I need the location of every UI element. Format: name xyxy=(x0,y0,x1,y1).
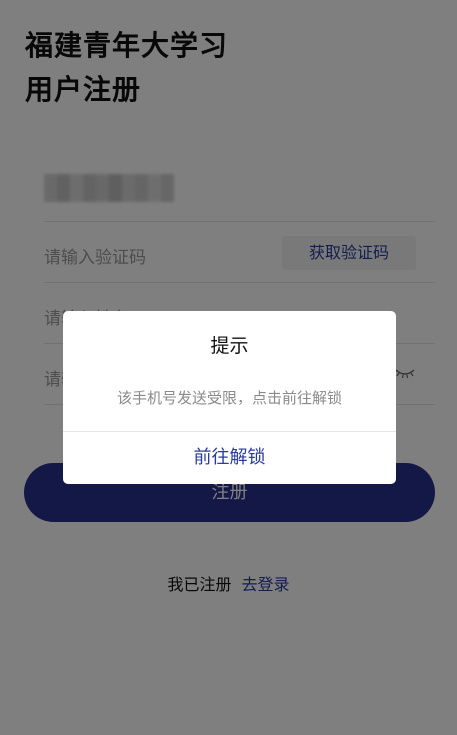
dialog-title: 提示 xyxy=(210,335,249,357)
dialog-message: 该手机号发送受限，点击前往解锁 xyxy=(116,389,342,407)
alert-dialog: 提示 该手机号发送受限，点击前往解锁 前往解锁 xyxy=(63,311,396,484)
unlock-button[interactable]: 前往解锁 xyxy=(63,432,396,484)
